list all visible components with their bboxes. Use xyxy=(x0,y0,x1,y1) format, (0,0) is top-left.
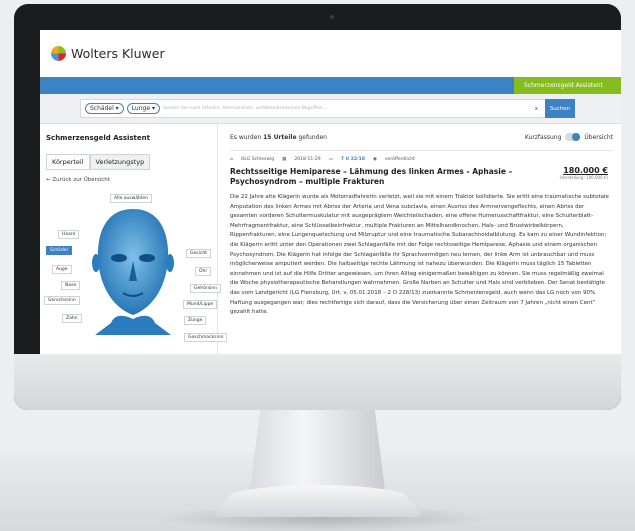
search-button[interactable]: Suchen xyxy=(545,99,575,118)
card-text: Die 22 Jahre alte Klägerin wurde als Mot… xyxy=(230,194,609,316)
label-geruchssinn[interactable]: Gerochssinn xyxy=(44,296,80,305)
card-title[interactable]: Rechtsseitige Hemiparese – Lähmung des l… xyxy=(230,167,520,187)
search-input[interactable]: Suchen Sie nach Urteilen, Aktenzeichen, … xyxy=(163,106,532,111)
label-gesicht[interactable]: Gesicht xyxy=(186,249,211,258)
panel-tabs: Körperteil Verletzungstyp xyxy=(46,154,151,170)
search-chip-schaedel[interactable]: Schädel ▾ xyxy=(85,103,124,114)
card-meta: ⌂ OLG Schleswig ▦ 2018-11-29 ▭ 7 U 22/18… xyxy=(230,157,614,162)
search-bar: Schädel ▾ Lunge ▾ Suchen Sie nach Urteil… xyxy=(40,94,621,124)
monitor: Wolters Kluwer Schmerzensgeld Assistent … xyxy=(14,4,621,410)
label-mund-lippe[interactable]: Mund/Lippe xyxy=(183,300,218,309)
location-icon: ◉ xyxy=(372,157,377,162)
label-nase[interactable]: Nase xyxy=(61,281,81,290)
folder-icon: ▭ xyxy=(328,157,333,162)
results-count: Es wurden 15 Urteile gefunden xyxy=(230,134,327,141)
nav-bar: Schmerzensgeld Assistent xyxy=(40,77,621,94)
product-tab[interactable]: Schmerzensgeld Assistent xyxy=(514,77,621,94)
view-toggle[interactable]: Kurzfassung Übersicht xyxy=(525,133,613,141)
label-auge[interactable]: Auge xyxy=(52,265,72,274)
head-illustration xyxy=(92,209,174,335)
amount-subtext: (Vorstellung: 100.000 €) xyxy=(559,175,608,180)
left-panel: Schmerzensgeld Assistent Körperteil Verl… xyxy=(40,124,228,372)
search-box: Schädel ▾ Lunge ▾ Suchen Sie nach Urteil… xyxy=(80,99,575,118)
back-link[interactable]: ← Zurück zur Übersicht xyxy=(46,177,110,183)
amount-box: 180.000 € (Vorstellung: 100.000 €) xyxy=(559,166,608,180)
label-ohr[interactable]: Ohr xyxy=(195,267,212,276)
app-header: Wolters Kluwer xyxy=(40,30,621,77)
tab-koerperteil[interactable]: Körperteil xyxy=(46,154,90,170)
decision-date: 2018-11-29 xyxy=(294,157,321,162)
app-screen: Wolters Kluwer Schmerzensgeld Assistent … xyxy=(40,30,621,372)
file-number-link[interactable]: 7 U 22/18 xyxy=(341,157,365,162)
select-all-button[interactable]: Alle auswählen xyxy=(110,194,152,203)
search-chip-lunge[interactable]: Lunge ▾ xyxy=(126,103,160,114)
court-name: OLG Schleswig xyxy=(240,157,275,162)
label-schaedel[interactable]: Schädel xyxy=(46,246,72,255)
monitor-stand xyxy=(250,405,385,490)
label-zahn[interactable]: Zahn xyxy=(62,314,82,323)
monitor-foot xyxy=(213,485,423,517)
calendar-icon: ▦ xyxy=(282,157,287,162)
tab-verletzungstyp[interactable]: Verletzungstyp xyxy=(89,154,151,170)
result-card[interactable]: ⌂ OLG Schleswig ▦ 2018-11-29 ▭ 7 U 22/18… xyxy=(230,150,614,360)
court-icon: ⌂ xyxy=(230,157,233,162)
label-gehoersinn[interactable]: Gehörsinn xyxy=(190,284,222,293)
label-zunge[interactable]: Zunge xyxy=(184,316,207,325)
label-haare[interactable]: Haare xyxy=(58,230,80,239)
clear-icon[interactable]: x xyxy=(535,106,538,112)
amount-value[interactable]: 180.000 € xyxy=(559,166,608,175)
publication-status: veröffentlicht xyxy=(384,157,415,162)
brand-logo[interactable]: Wolters Kluwer xyxy=(51,46,165,61)
brand-name: Wolters Kluwer xyxy=(71,46,165,61)
panel-title: Schmerzensgeld Assistent xyxy=(46,134,150,142)
toggle-switch[interactable] xyxy=(565,133,581,141)
wolters-kluwer-logo-icon xyxy=(51,46,66,61)
results-panel: Es wurden 15 Urteile gefunden Kurzfassun… xyxy=(218,124,621,372)
camera-icon xyxy=(330,15,334,19)
